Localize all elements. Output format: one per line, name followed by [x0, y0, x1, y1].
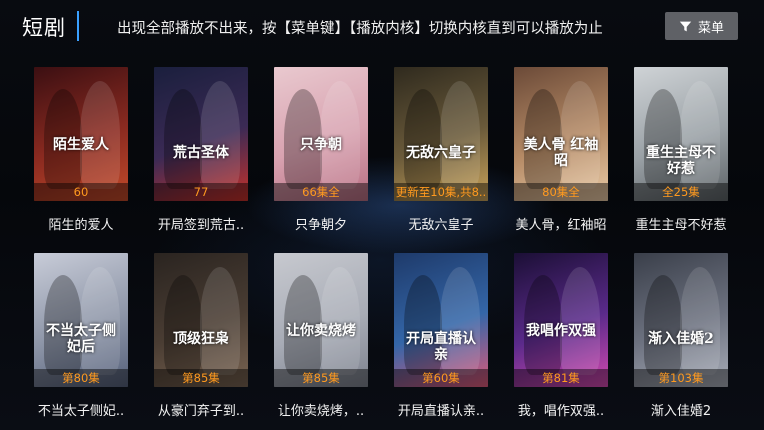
drama-poster: 我唱作双强第81集 — [514, 253, 608, 387]
drama-card[interactable]: 不当太子侧妃后第80集不当太子侧妃.. — [34, 253, 128, 430]
poster-title-art: 渐入佳婚2 — [648, 331, 714, 347]
drama-title: 美人骨，红袖昭 — [515, 218, 607, 233]
episode-badge: 更新至10集,共8.. — [394, 183, 488, 201]
episode-badge: 第60集 — [394, 369, 488, 387]
poster-title-art: 让你卖烧烤 — [286, 323, 356, 339]
drama-poster: 荒古圣体 77 — [154, 67, 248, 201]
drama-poster: 渐入佳婚2 第103集 — [634, 253, 728, 387]
drama-title: 重生主母不好惹 — [635, 218, 727, 233]
drama-card[interactable]: 陌生爱人 60 陌生的爱人 — [34, 67, 128, 253]
poster-title-art: 不当太子侧妃后 — [46, 323, 116, 355]
drama-card[interactable]: 重生主母不好惹 全25集 重生主母不好惹 — [634, 67, 728, 253]
episode-badge: 77 — [154, 183, 248, 201]
episode-badge: 第85集 — [154, 369, 248, 387]
poster-title-art: 无敌六皇子 — [406, 145, 476, 161]
poster-title-art: 顶级狂枭 — [173, 331, 229, 347]
drama-card[interactable]: 只争朝 66集全只争朝夕 — [274, 67, 368, 253]
drama-card[interactable]: 开局直播认亲第60集开局直播认亲.. — [394, 253, 488, 430]
drama-poster: 重生主母不好惹全25集 — [634, 67, 728, 201]
poster-title-art: 荒古圣体 — [173, 145, 229, 161]
drama-poster: 美人骨 红袖昭 80集全 — [514, 67, 608, 201]
playback-notice: 出现全部播放不出来，按【菜单键】【播放内核】切换内核直到可以播放为止 — [117, 21, 603, 37]
poster-figure — [560, 81, 600, 189]
drama-poster: 让你卖烧烤第85集 — [274, 253, 368, 387]
page-title: 短剧 — [22, 16, 66, 40]
drama-card[interactable]: 无敌六皇子 更新至10集,共8.. 无敌六皇子 — [394, 67, 488, 253]
episode-badge: 66集全 — [274, 183, 368, 201]
episode-badge: 第85集 — [274, 369, 368, 387]
drama-title: 无敌六皇子 — [408, 218, 474, 233]
poster-title-art: 我唱作双强 — [526, 323, 596, 339]
drama-card[interactable]: 我唱作双强第81集我，唱作双强.. — [514, 253, 608, 430]
menu-button-label: 菜单 — [697, 20, 724, 36]
poster-figure — [680, 267, 720, 375]
episode-badge: 全25集 — [634, 183, 728, 201]
episode-badge: 第80集 — [34, 369, 128, 387]
poster-figure — [440, 81, 480, 189]
drama-card[interactable]: 渐入佳婚2 第103集 渐入佳婚2 — [634, 253, 728, 430]
drama-card[interactable]: 顶级狂枭第85集从豪门弃子到.. — [154, 253, 248, 430]
episode-badge: 60 — [34, 183, 128, 201]
filter-icon — [679, 21, 692, 31]
poster-figure — [164, 275, 202, 375]
drama-title: 渐入佳婚2 — [650, 404, 712, 419]
poster-figure — [644, 275, 682, 375]
drama-card[interactable]: 美人骨 红袖昭 80集全美人骨，红袖昭 — [514, 67, 608, 253]
drama-title: 陌生的爱人 — [48, 218, 114, 233]
drama-title: 不当太子侧妃.. — [37, 404, 125, 419]
drama-title: 只争朝夕 — [294, 218, 347, 233]
poster-figure — [80, 81, 120, 189]
drama-poster: 开局直播认亲第60集 — [394, 253, 488, 387]
menu-button[interactable]: 菜单 — [665, 12, 738, 40]
poster-figure — [404, 89, 442, 189]
poster-title-art: 陌生爱人 — [53, 137, 109, 153]
drama-title: 让你卖烧烤，.. — [277, 404, 365, 419]
poster-title-art: 美人骨 红袖昭 — [523, 137, 599, 169]
drama-card[interactable]: 让你卖烧烤第85集让你卖烧烤，.. — [274, 253, 368, 430]
header: 短剧 出现全部播放不出来，按【菜单键】【播放内核】切换内核直到可以播放为止 菜单 — [0, 0, 764, 52]
poster-title-art: 开局直播认亲 — [406, 331, 476, 363]
drama-grid: 陌生爱人 60 陌生的爱人 荒古圣体 77 开局签到荒古.. 只争朝 66集全只争朝夕 无敌六皇… — [34, 67, 728, 430]
drama-title: 开局直播认亲.. — [397, 404, 485, 419]
drama-poster: 只争朝 66集全 — [274, 67, 368, 201]
poster-title-art: 只争朝 — [300, 137, 342, 153]
drama-title: 我，唱作双强.. — [517, 404, 605, 419]
episode-badge: 80集全 — [514, 183, 608, 201]
poster-title-art: 重生主母不好惹 — [646, 145, 716, 177]
poster-figure — [164, 89, 202, 189]
drama-poster: 无敌六皇子更新至10集,共8.. — [394, 67, 488, 201]
title-divider — [77, 11, 79, 41]
drama-card[interactable]: 荒古圣体 77 开局签到荒古.. — [154, 67, 248, 253]
drama-title: 开局签到荒古.. — [157, 218, 245, 233]
poster-figure — [320, 81, 360, 189]
poster-figure — [560, 267, 600, 375]
poster-figure — [320, 267, 360, 375]
drama-poster: 顶级狂枭第85集 — [154, 253, 248, 387]
poster-figure — [80, 267, 120, 375]
drama-poster: 不当太子侧妃后第80集 — [34, 253, 128, 387]
episode-badge: 第103集 — [634, 369, 728, 387]
drama-poster: 陌生爱人 60 — [34, 67, 128, 201]
drama-title: 从豪门弃子到.. — [157, 404, 245, 419]
poster-figure — [200, 81, 240, 189]
episode-badge: 第81集 — [514, 369, 608, 387]
poster-figure — [200, 267, 240, 375]
